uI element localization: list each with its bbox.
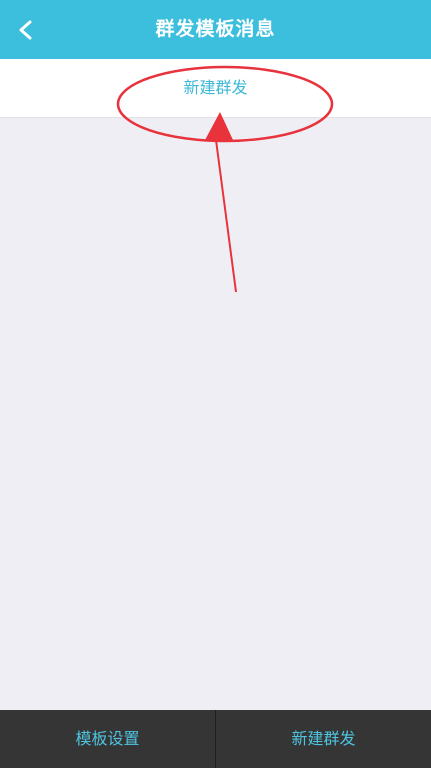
- app-header: 群发模板消息: [0, 0, 431, 59]
- new-group-send-label: 新建群发: [183, 78, 248, 97]
- chevron-left-icon: [19, 20, 32, 40]
- back-button[interactable]: [6, 8, 46, 52]
- page-title: 群发模板消息: [155, 18, 276, 40]
- message-list-area: [0, 118, 431, 710]
- bottom-toolbar: 模板设置 新建群发: [0, 710, 431, 768]
- new-group-send-button[interactable]: 新建群发: [216, 710, 431, 768]
- template-settings-button[interactable]: 模板设置: [0, 710, 215, 768]
- new-group-send-row[interactable]: 新建群发: [0, 59, 431, 118]
